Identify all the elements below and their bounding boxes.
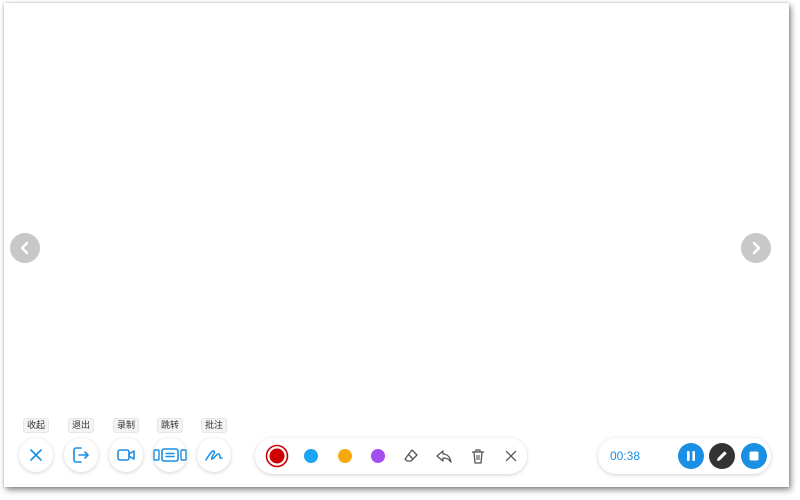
video-camera-icon [117, 449, 135, 461]
tool-label-record: 录制 [112, 418, 139, 433]
close-icon [30, 449, 42, 461]
color-orange-button[interactable] [333, 438, 357, 474]
slides-jump-icon [153, 448, 187, 462]
color-purple-button[interactable] [366, 438, 390, 474]
pause-button[interactable] [678, 443, 704, 469]
chevron-left-icon [20, 241, 29, 255]
recording-controls: 00:38 [598, 438, 771, 474]
pen-button[interactable] [709, 443, 735, 469]
record-button[interactable] [109, 438, 143, 472]
color-blue-button[interactable] [299, 438, 323, 474]
jump-button[interactable] [153, 438, 187, 472]
pen-toolbar [255, 438, 527, 474]
undo-button[interactable] [431, 438, 457, 474]
stop-icon [749, 451, 759, 461]
color-purple-swatch [371, 449, 385, 463]
chevron-right-icon [752, 241, 761, 255]
tool-collapse: 收起 [16, 418, 56, 472]
tool-label-jump: 跳转 [156, 418, 183, 433]
annotate-scribble-icon [205, 450, 223, 461]
tool-annotate: 批注 [194, 418, 234, 472]
close-icon [505, 450, 517, 462]
trash-icon [472, 449, 484, 464]
tool-jump: 跳转 [150, 418, 190, 472]
whiteboard-canvas[interactable] [4, 3, 789, 487]
recording-timer: 00:38 [610, 449, 641, 463]
collapse-button[interactable] [19, 438, 53, 472]
eraser-button[interactable] [398, 438, 424, 474]
stop-button[interactable] [741, 443, 767, 469]
undo-icon [436, 450, 452, 463]
color-red-swatch [265, 444, 289, 468]
exit-button[interactable] [64, 438, 98, 472]
eraser-icon [404, 449, 418, 462]
annotate-button[interactable] [197, 438, 231, 472]
tool-exit: 退出 [61, 418, 101, 472]
color-orange-swatch [338, 449, 352, 463]
tool-label-collapse: 收起 [22, 418, 49, 433]
next-page-button[interactable] [741, 233, 771, 263]
exit-icon [73, 447, 89, 463]
tool-label-annotate: 批注 [200, 418, 227, 433]
pencil-icon [717, 451, 727, 461]
tool-label-exit: 退出 [67, 418, 94, 433]
clear-all-button[interactable] [465, 438, 491, 474]
close-pen-bar-button[interactable] [498, 438, 524, 474]
tool-record: 录制 [106, 418, 146, 472]
pause-icon [687, 451, 695, 461]
previous-page-button[interactable] [10, 233, 40, 263]
color-red-button[interactable] [263, 438, 291, 474]
color-blue-swatch [304, 449, 318, 463]
